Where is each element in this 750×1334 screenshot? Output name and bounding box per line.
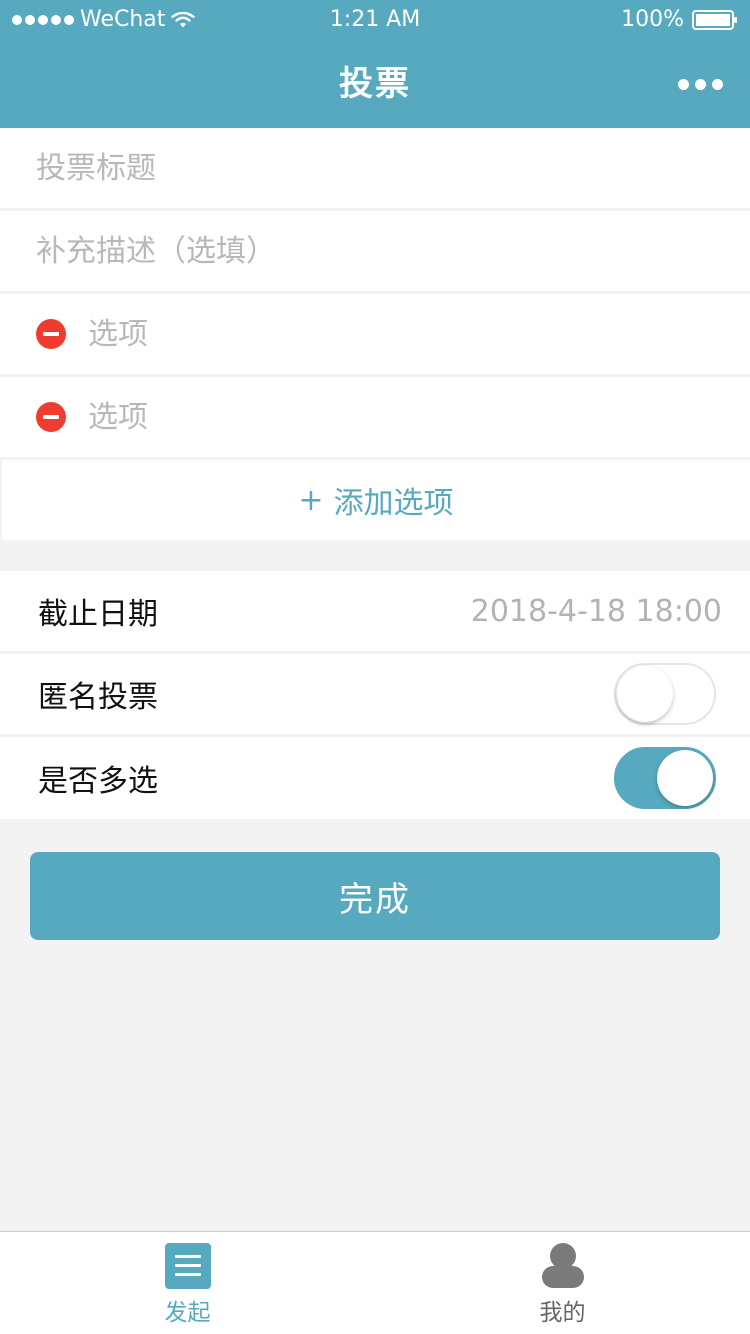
add-option-label: 添加选项 (333, 486, 454, 521)
toggle-knob (657, 750, 713, 806)
page-title: 投票 (339, 64, 411, 104)
vote-title-row (0, 128, 750, 208)
option-row (0, 377, 750, 457)
battery-icon (692, 10, 737, 30)
multi-select-toggle[interactable] (614, 747, 716, 809)
tab-launch-label: 发起 (164, 1300, 211, 1326)
anonymous-row: 匿名投票 (0, 654, 750, 734)
deadline-label: 截止日期 (38, 597, 158, 632)
tab-bar: 发起 我的 (0, 1231, 750, 1334)
more-dot-icon (694, 78, 706, 90)
status-bar: WeChat 1:21 AM 100% (0, 0, 750, 40)
add-option-button[interactable]: + 添加选项 (0, 460, 750, 540)
anonymous-label: 匿名投票 (38, 680, 158, 715)
vote-description-row (0, 211, 750, 291)
toggle-knob (617, 666, 673, 722)
option-row (0, 294, 750, 374)
vote-description-input[interactable] (36, 221, 676, 281)
done-button[interactable]: 完成 (30, 852, 720, 940)
more-button[interactable] (676, 74, 724, 94)
option-input[interactable] (88, 304, 668, 364)
list-icon (164, 1243, 211, 1289)
tab-mine-label: 我的 (539, 1300, 586, 1326)
more-dot-icon (711, 78, 723, 90)
vote-title-input[interactable] (36, 138, 676, 198)
status-right: 100% (621, 0, 738, 40)
remove-option-icon[interactable] (36, 319, 66, 349)
plus-icon: + (298, 482, 324, 518)
multi-select-label: 是否多选 (38, 764, 158, 799)
option-input[interactable] (88, 387, 668, 447)
nav-bar: 投票 (0, 40, 750, 128)
user-icon (540, 1243, 586, 1289)
deadline-row[interactable]: 截止日期 2018-4-18 18:00 (0, 571, 750, 651)
battery-percent: 100% (621, 7, 684, 32)
deadline-value[interactable]: 2018-4-18 18:00 (471, 594, 722, 629)
more-dot-icon (677, 78, 689, 90)
remove-option-icon[interactable] (36, 402, 66, 432)
multi-select-row: 是否多选 (0, 737, 750, 819)
anonymous-toggle[interactable] (614, 663, 716, 725)
tab-launch[interactable]: 发起 (0, 1232, 375, 1334)
tab-mine[interactable]: 我的 (375, 1232, 750, 1334)
